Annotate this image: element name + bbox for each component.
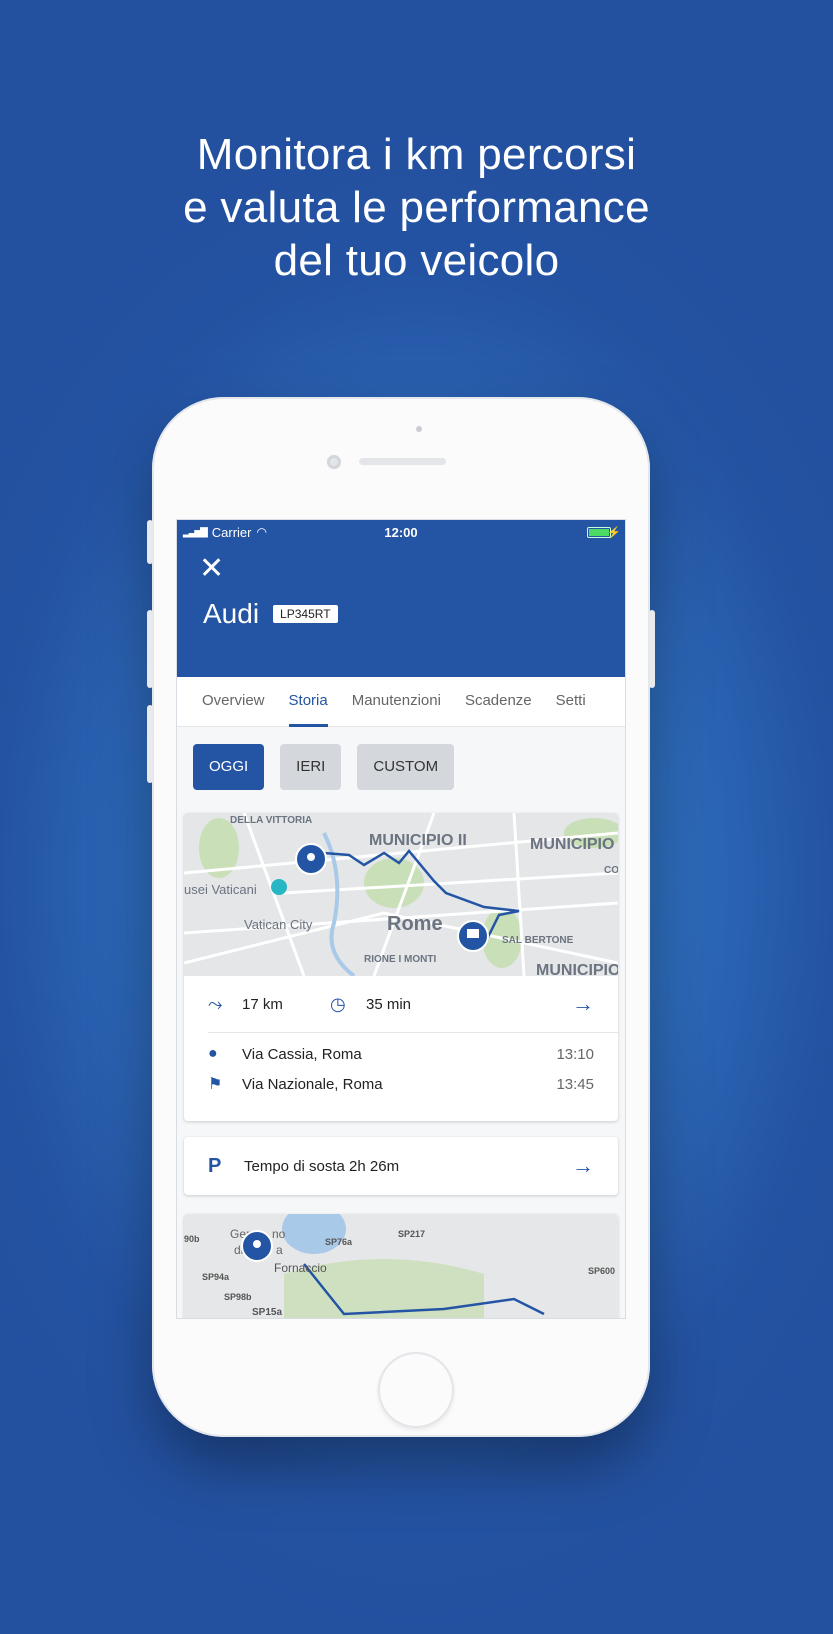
volume-up-button xyxy=(147,610,153,688)
map-label: SP15a xyxy=(252,1307,282,1318)
headline: Monitora i km percorsi e valuta le perfo… xyxy=(183,130,650,285)
start-time: 13:10 xyxy=(556,1045,594,1063)
map-label: Fornaccio xyxy=(274,1261,327,1275)
parking-card[interactable]: P Tempo di sosta 2h 26m → xyxy=(184,1137,618,1195)
map-label: CO xyxy=(604,865,618,876)
map-label: MUNICIPIO II xyxy=(369,832,467,849)
trip-map[interactable]: DELLA VITTORIA MUNICIPIO II MUNICIPIO us… xyxy=(184,813,618,976)
parking-icon: P xyxy=(208,1154,222,1177)
tab-storia[interactable]: Storia xyxy=(277,677,340,727)
pin-icon: ● xyxy=(208,1045,218,1062)
map-label: MUNICIPIO xyxy=(530,836,614,853)
route-icon: ⤳ xyxy=(208,993,223,1014)
arrow-right-icon[interactable]: → xyxy=(572,1153,594,1179)
page-title: Audi LP345RT xyxy=(203,598,338,630)
map-label: RIONE I MONTI xyxy=(364,954,436,965)
filter-oggi-button[interactable]: OGGI xyxy=(193,744,265,790)
trip-distance: 17 km xyxy=(242,995,283,1013)
flag-icon: ⚑ xyxy=(208,1076,223,1093)
clock-icon: ◷ xyxy=(330,993,346,1014)
trip-card[interactable]: DELLA VITTORIA MUNICIPIO II MUNICIPIO us… xyxy=(184,813,618,1121)
map-label: SP76a xyxy=(325,1237,353,1247)
map-label: MUNICIPIO xyxy=(536,962,618,976)
clock: 12:00 xyxy=(384,524,418,540)
arrow-right-icon[interactable]: → xyxy=(572,991,594,1017)
tab-manutenzioni[interactable]: Manutenzioni xyxy=(340,677,453,726)
date-filters: OGGI IERI CUSTOM xyxy=(177,727,625,790)
app-screen: ▂▃▅▇ Carrier ◠ 12:00 ⚡ ✕ Audi LP345RT Ov… xyxy=(176,519,626,1319)
trip-map-2[interactable]: Ger no di a 90b SP76a SP217 SP94a Fornac… xyxy=(184,1214,618,1319)
filter-custom-button[interactable]: CUSTOM xyxy=(357,744,455,790)
map-label: SP600 xyxy=(588,1266,615,1276)
home-button[interactable] xyxy=(378,1352,454,1428)
tab-scadenze[interactable]: Scadenze xyxy=(453,677,544,726)
trip-end: ⚑ Via Nazionale, Roma 13:45 xyxy=(184,1067,618,1101)
trip-card-2[interactable]: Ger no di a 90b SP76a SP217 SP94a Fornac… xyxy=(184,1214,618,1319)
map-label: no xyxy=(272,1227,286,1241)
front-camera xyxy=(327,455,341,469)
status-bar: ▂▃▅▇ Carrier ◠ 12:00 ⚡ xyxy=(177,520,625,544)
close-icon[interactable]: ✕ xyxy=(199,554,224,584)
map-label: SP98b xyxy=(224,1292,252,1302)
tab-bar: Overview Storia Manutenzioni Scadenze Se… xyxy=(177,677,625,727)
map-label: DELLA VITTORIA xyxy=(230,815,312,826)
end-time: 13:45 xyxy=(556,1075,594,1093)
tab-overview[interactable]: Overview xyxy=(177,677,277,726)
end-address: Via Nazionale, Roma xyxy=(242,1075,383,1093)
parking-duration: Tempo di sosta 2h 26m xyxy=(244,1157,400,1175)
map-label: usei Vaticani xyxy=(184,882,257,897)
trip-start: ● Via Cassia, Roma 13:10 xyxy=(184,1033,618,1067)
sensor xyxy=(416,426,422,432)
map-label: SAL BERTONE xyxy=(502,935,574,946)
start-address: Via Cassia, Roma xyxy=(242,1045,362,1063)
map-label: SP217 xyxy=(398,1229,425,1239)
speaker xyxy=(359,458,446,465)
map-label: 90b xyxy=(184,1234,200,1244)
trip-summary: ⤳ 17 km ◷ 35 min → xyxy=(184,976,618,1032)
map-label: Vatican City xyxy=(244,917,313,932)
tab-settings[interactable]: Setti xyxy=(544,677,598,726)
filter-ieri-button[interactable]: IERI xyxy=(280,744,342,790)
map-label: SP94a xyxy=(202,1272,230,1282)
map-label: Rome xyxy=(387,913,443,935)
app-bar: ▂▃▅▇ Carrier ◠ 12:00 ⚡ ✕ Audi LP345RT xyxy=(177,520,625,677)
power-button xyxy=(649,610,655,688)
trip-duration: 35 min xyxy=(366,995,412,1013)
volume-down-button xyxy=(147,705,153,783)
mute-switch xyxy=(147,520,153,564)
map-label: a xyxy=(276,1243,283,1257)
charging-icon: ⚡ xyxy=(607,526,621,539)
plate-badge: LP345RT xyxy=(273,605,338,623)
